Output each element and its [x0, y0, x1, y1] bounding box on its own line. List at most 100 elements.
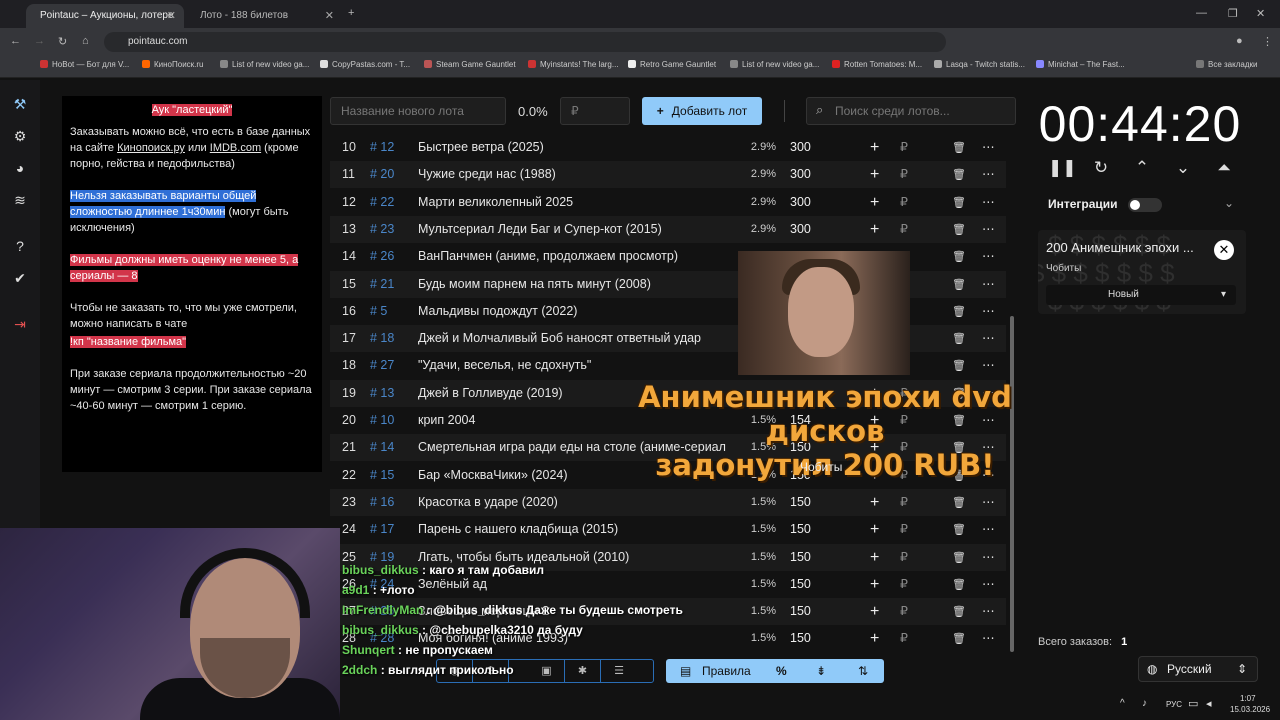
bookmark-item[interactable]: HoBot — Бот для V... [40, 60, 129, 69]
currency-input[interactable]: ₽ [900, 544, 908, 571]
more-options-icon[interactable]: ⋯ [982, 134, 995, 161]
lot-name[interactable]: ВанПанчмен (аниме, продолжаем просмотр) [418, 243, 738, 270]
lot-amount[interactable]: 300 [790, 189, 811, 216]
add-amount-button[interactable]: + [870, 544, 879, 571]
more-options-icon[interactable]: ⋯ [982, 298, 995, 325]
lot-id-link[interactable]: # 15 [370, 462, 394, 489]
kinopoisk-link[interactable]: Кинопоиск.ру [117, 142, 185, 154]
add-amount-button[interactable]: + [870, 134, 879, 161]
bookmark-item[interactable]: Retro Game Gauntlet [628, 60, 716, 69]
split-icon[interactable]: ⇟ [816, 659, 826, 683]
lot-name[interactable]: Джей и Молчаливый Боб наносят ответный у… [418, 325, 738, 352]
more-options-icon[interactable]: ⋯ [982, 516, 995, 543]
minimize-icon[interactable]: — [1196, 7, 1207, 19]
lot-id-link[interactable]: # 5 [370, 298, 387, 325]
currency-input[interactable]: ₽ [900, 516, 908, 543]
currency-input[interactable]: ₽ [900, 571, 908, 598]
trash-icon[interactable]: 🗑 [952, 161, 966, 188]
expand-icon[interactable]: ⌄ [1224, 196, 1234, 210]
language-select[interactable]: ◍ Русский ⇕ [1138, 656, 1258, 682]
trash-icon[interactable]: 🗑 [952, 625, 966, 652]
more-options-icon[interactable]: ⋯ [982, 189, 995, 216]
imdb-link[interactable]: IMDB.com [210, 142, 261, 154]
lot-name[interactable]: Мальдивы подождут (2022) [418, 298, 738, 325]
bookmark-item[interactable]: Myinstants! The larg... [528, 60, 619, 69]
lot-amount[interactable]: 150 [790, 598, 811, 625]
trash-icon[interactable]: 🗑 [952, 243, 966, 270]
lot-amount[interactable]: 150 [790, 489, 811, 516]
more-options-icon[interactable]: ⋯ [982, 161, 995, 188]
settings-gear-icon[interactable]: ⚙ [10, 128, 30, 148]
close-window-icon[interactable]: ✕ [1256, 7, 1265, 20]
add-lot-button[interactable]: + Добавить лот [642, 97, 762, 125]
lot-id-link[interactable]: # 12 [370, 134, 394, 161]
lot-id-link[interactable]: # 17 [370, 516, 394, 543]
new-tab-icon[interactable]: + [348, 7, 354, 19]
lot-id-link[interactable]: # 22 [370, 189, 394, 216]
trash-icon[interactable]: 🗑 [952, 271, 966, 298]
add-amount-button[interactable]: + [870, 516, 879, 543]
home-icon[interactable]: ⌂ [82, 35, 89, 47]
close-tab-icon[interactable]: ✕ [167, 4, 176, 28]
new-lot-name-input[interactable]: Название нового лота [330, 97, 506, 125]
lot-id-link[interactable]: # 26 [370, 243, 394, 270]
more-options-icon[interactable]: ⋯ [982, 216, 995, 243]
bookmark-item[interactable]: Rotten Tomatoes: M... [832, 60, 922, 69]
currency-input[interactable]: ₽ [900, 489, 908, 516]
tab-pointauc[interactable]: Pointauc – Аукционы, лотере ✕ [26, 4, 184, 28]
currency-input[interactable]: ₽ [900, 598, 908, 625]
bookmark-item[interactable]: Steam Game Gauntlet [424, 60, 516, 69]
more-options-icon[interactable]: ⋯ [982, 625, 995, 652]
lot-id-link[interactable]: # 20 [370, 161, 394, 188]
more-options-icon[interactable]: ⋯ [982, 243, 995, 270]
profile-icon[interactable]: ● [1236, 35, 1243, 47]
lot-amount[interactable]: 150 [790, 516, 811, 543]
reset-icon[interactable]: ↻ [1089, 158, 1113, 178]
trash-icon[interactable]: 🗑 [952, 189, 966, 216]
lot-id-link[interactable]: # 13 [370, 380, 394, 407]
lot-amount[interactable]: 150 [790, 544, 811, 571]
trash-icon[interactable]: 🗑 [952, 134, 966, 161]
trash-icon[interactable]: 🗑 [952, 544, 966, 571]
all-bookmarks[interactable]: Все закладки [1196, 60, 1257, 69]
auction-hammer-icon[interactable]: ⚒ [10, 96, 30, 116]
lot-id-link[interactable]: # 16 [370, 489, 394, 516]
url-input[interactable]: pointauc.com [104, 32, 946, 52]
close-icon[interactable]: ✕ [1214, 240, 1234, 260]
lot-name[interactable]: Чужие среди нас (1988) [418, 161, 738, 188]
add-amount-button[interactable]: + [870, 598, 879, 625]
forward-icon[interactable]: → [34, 35, 45, 47]
new-lot-amount-input[interactable]: ₽ [560, 97, 630, 125]
trash-icon[interactable]: 🗑 [952, 516, 966, 543]
layers-icon[interactable]: ≋ [10, 192, 30, 212]
rules-button[interactable]: Правила [702, 659, 751, 683]
chevron-down-icon[interactable]: ⌄ [1171, 158, 1195, 178]
tray-arrow-icon[interactable]: ^ [1120, 698, 1125, 709]
currency-input[interactable]: ₽ [900, 625, 908, 652]
currency-input[interactable]: ₽ [900, 161, 908, 188]
more-options-icon[interactable]: ⋯ [982, 271, 995, 298]
trash-icon[interactable]: 🗑 [952, 298, 966, 325]
bookmark-item[interactable]: Minichat – The Fast... [1036, 60, 1125, 69]
chevron-up-icon[interactable]: ⌃ [1130, 158, 1154, 178]
bookmark-item[interactable]: CopyPastas.com - T... [320, 60, 410, 69]
close-tab-icon[interactable]: ✕ [325, 4, 334, 28]
help-icon[interactable]: ? [10, 238, 30, 258]
bookmark-item[interactable]: List of new video ga... [220, 60, 309, 69]
more-options-icon[interactable]: ⋯ [982, 598, 995, 625]
lot-id-link[interactable]: # 10 [370, 407, 394, 434]
lot-amount[interactable]: 300 [790, 134, 811, 161]
currency-input[interactable]: ₽ [900, 134, 908, 161]
lot-name[interactable]: Быстрее ветра (2025) [418, 134, 738, 161]
add-amount-button[interactable]: + [870, 189, 879, 216]
logout-icon[interactable]: ⇥ [10, 316, 30, 336]
lot-id-link[interactable]: # 23 [370, 216, 394, 243]
tab-loto[interactable]: Лото - 188 билетов ✕ [186, 4, 342, 28]
lot-search-input[interactable]: Поиск среди лотов... [806, 97, 1016, 125]
back-icon[interactable]: ← [10, 35, 21, 47]
trash-icon[interactable]: 🗑 [952, 489, 966, 516]
more-options-icon[interactable]: ⋯ [982, 571, 995, 598]
more-options-icon[interactable]: ⋯ [982, 544, 995, 571]
add-amount-button[interactable]: + [870, 625, 879, 652]
lot-name[interactable]: Мультсериал Леди Баг и Супер-кот (2015) [418, 216, 738, 243]
